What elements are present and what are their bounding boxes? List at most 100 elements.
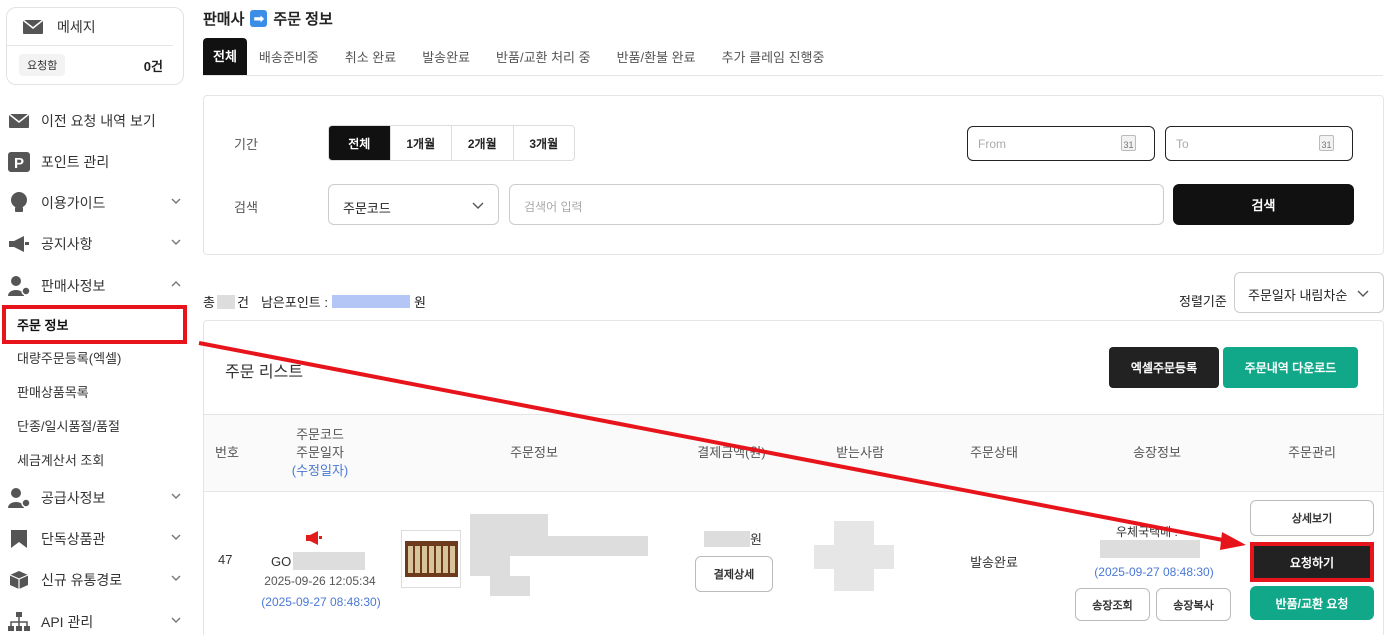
chevron-down-icon (171, 239, 181, 245)
sort-label: 정렬기준 (1179, 294, 1227, 309)
sidebar-item-new-channel[interactable]: 신규 유통경로 (0, 560, 193, 600)
page-title: 주문 정보 (273, 11, 333, 28)
order-summary: 총 건 남은포인트 : 원 (203, 292, 426, 311)
header-order-code: 주문코드 주문일자 (수정일자) (264, 415, 376, 491)
user-gear-icon (8, 276, 30, 296)
sidebar-item-seller-info[interactable]: 판매사정보 (0, 266, 193, 306)
tab-refund-complete[interactable]: 반품/환불 완료 (617, 47, 696, 66)
megaphone-alert-icon (306, 531, 322, 545)
search-label: 검색 (234, 200, 258, 215)
chevron-down-icon (171, 617, 181, 623)
sidebar-item-supplier-info[interactable]: 공급사정보 (0, 478, 193, 518)
svg-text:P: P (14, 155, 24, 172)
sidebar-item-label: 포인트 관리 (41, 154, 110, 170)
box-icon (9, 571, 29, 589)
period-all-button[interactable]: 전체 (329, 126, 391, 160)
product-thumbnail[interactable] (401, 530, 461, 588)
request-box-badge[interactable]: 요청함 (19, 54, 66, 76)
sidebar-subitem-product-list[interactable]: 판매상품목록 (0, 375, 193, 407)
sidebar-item-points[interactable]: P 포인트 관리 (0, 142, 193, 182)
sidebar-item-label: 이전 요청 내역 보기 (41, 113, 156, 129)
search-type-select[interactable]: 주문코드 (328, 184, 499, 225)
chevron-down-icon (171, 493, 181, 499)
header-manage: 주문관리 (1288, 445, 1336, 460)
user-clock-icon (8, 488, 30, 508)
calendar-icon[interactable]: 31 (1121, 135, 1136, 151)
date-from-input[interactable]: From 31 (967, 126, 1155, 161)
order-list-panel: 주문 리스트 엑셀주문등록 주문내역 다운로드 번호 주문코드 주문일자 (수정… (203, 320, 1384, 635)
sidebar-item-label: 공지사항 (41, 236, 93, 252)
invoice-lookup-button[interactable]: 송장조회 (1075, 588, 1150, 621)
megaphone-icon (9, 236, 29, 252)
envelope-icon (9, 114, 29, 128)
modified-date: (2025-09-27 08:48:30) (261, 595, 381, 609)
chevron-down-icon (171, 198, 181, 204)
order-code[interactable]: GO (271, 552, 366, 570)
header-invoice: 송장정보 (1133, 445, 1181, 460)
order-detail-button[interactable]: 상세보기 (1250, 500, 1374, 536)
tab-additional-claim[interactable]: 추가 클레임 진행중 (722, 47, 825, 66)
sidebar-subitem-soldout[interactable]: 단종/일시품절/품절 (0, 409, 193, 441)
invoice-copy-button[interactable]: 송장복사 (1156, 588, 1231, 621)
request-button[interactable]: 요청하기 (1250, 542, 1374, 582)
tab-cancelled[interactable]: 취소 완료 (345, 47, 396, 66)
sidebar-item-label: 단독상품관 (41, 531, 106, 547)
header-order-info: 주문정보 (510, 445, 558, 460)
tab-preparing[interactable]: 배송준비중 (259, 47, 319, 66)
sidebar-subitem-bulk-order[interactable]: 대량주문등록(엑셀) (0, 341, 193, 373)
chevron-down-icon (171, 534, 181, 540)
search-button[interactable]: 검색 (1173, 184, 1354, 225)
redacted-order-code (293, 552, 366, 570)
period-label: 기간 (234, 137, 258, 152)
header-no: 번호 (215, 445, 239, 460)
period-selector: 전체 1개월 2개월 3개월 (328, 125, 575, 161)
sidebar-item-guide[interactable]: 이용가이드 (0, 183, 193, 223)
header-modified-label: (수정일자) (291, 463, 349, 478)
period-3month-button[interactable]: 3개월 (514, 126, 575, 160)
period-2month-button[interactable]: 2개월 (452, 126, 514, 160)
sidebar-subitem-tax-invoice[interactable]: 세금계산서 조회 (0, 443, 193, 475)
tab-return-processing[interactable]: 반품/교환 처리 중 (496, 47, 591, 66)
redacted-count (216, 294, 235, 309)
redacted-amount (704, 530, 750, 547)
period-1month-button[interactable]: 1개월 (391, 126, 452, 160)
total-suffix: 건 (236, 295, 249, 310)
sidebar-item-api[interactable]: API 관리 (0, 602, 193, 635)
excel-order-register-button[interactable]: 엑셀주문등록 (1109, 347, 1219, 388)
redacted-order-info (470, 514, 650, 596)
total-prefix: 총 (203, 295, 215, 310)
payment-detail-button[interactable]: 결제상세 (695, 556, 773, 592)
redacted-receiver (814, 521, 896, 593)
tab-all[interactable]: 전체 (203, 37, 247, 75)
sidebar-item-notice[interactable]: 공지사항 (0, 224, 193, 264)
sidebar-item-label: API 관리 (41, 614, 94, 630)
message-title: 메세지 (57, 18, 96, 35)
header-receiver: 받는사람 (836, 445, 884, 460)
sidebar-item-exclusive[interactable]: 단독상품관 (0, 519, 193, 559)
table-row: 47 GO 2025-09-26 12:05:34 (2025-09-27 08… (204, 492, 1383, 627)
sort-select[interactable]: 주문일자 내림차순 (1234, 272, 1384, 313)
request-count: 0건 (143, 58, 163, 74)
search-input[interactable]: 검색어 입력 (509, 184, 1164, 225)
status-tabs: 전체 배송준비중 취소 완료 발송완료 반품/교환 처리 중 반품/환불 완료 … (203, 37, 1383, 76)
calendar-icon[interactable]: 31 (1319, 135, 1334, 151)
order-download-button[interactable]: 주문내역 다운로드 (1223, 347, 1358, 388)
sidebar-item-label: 판매사정보 (41, 278, 106, 294)
order-date: 2025-09-26 12:05:34 (264, 574, 376, 588)
sidebar-item-label: 신규 유통경로 (41, 572, 123, 588)
sidebar-item-previous-requests[interactable]: 이전 요청 내역 보기 (0, 101, 193, 141)
tab-shipped[interactable]: 발송완료 (422, 47, 470, 66)
chevron-up-icon (171, 281, 181, 287)
lightbulb-icon (11, 192, 27, 212)
sitemap-icon (8, 612, 30, 631)
breadcrumb: 판매사 ➡ 주문 정보 (203, 8, 333, 29)
chevron-down-icon (472, 202, 484, 209)
date-to-input[interactable]: To 31 (1165, 126, 1353, 161)
return-exchange-request-button[interactable]: 반품/교환 요청 (1250, 586, 1374, 620)
chevron-down-icon (171, 575, 181, 581)
amount-suffix: 원 (750, 532, 762, 547)
sidebar-item-label: 이용가이드 (41, 195, 106, 211)
invoice-date: (2025-09-27 08:48:30) (1094, 565, 1214, 579)
envelope-icon (23, 19, 43, 34)
message-box[interactable]: 메세지 요청함 0건 (6, 7, 184, 85)
